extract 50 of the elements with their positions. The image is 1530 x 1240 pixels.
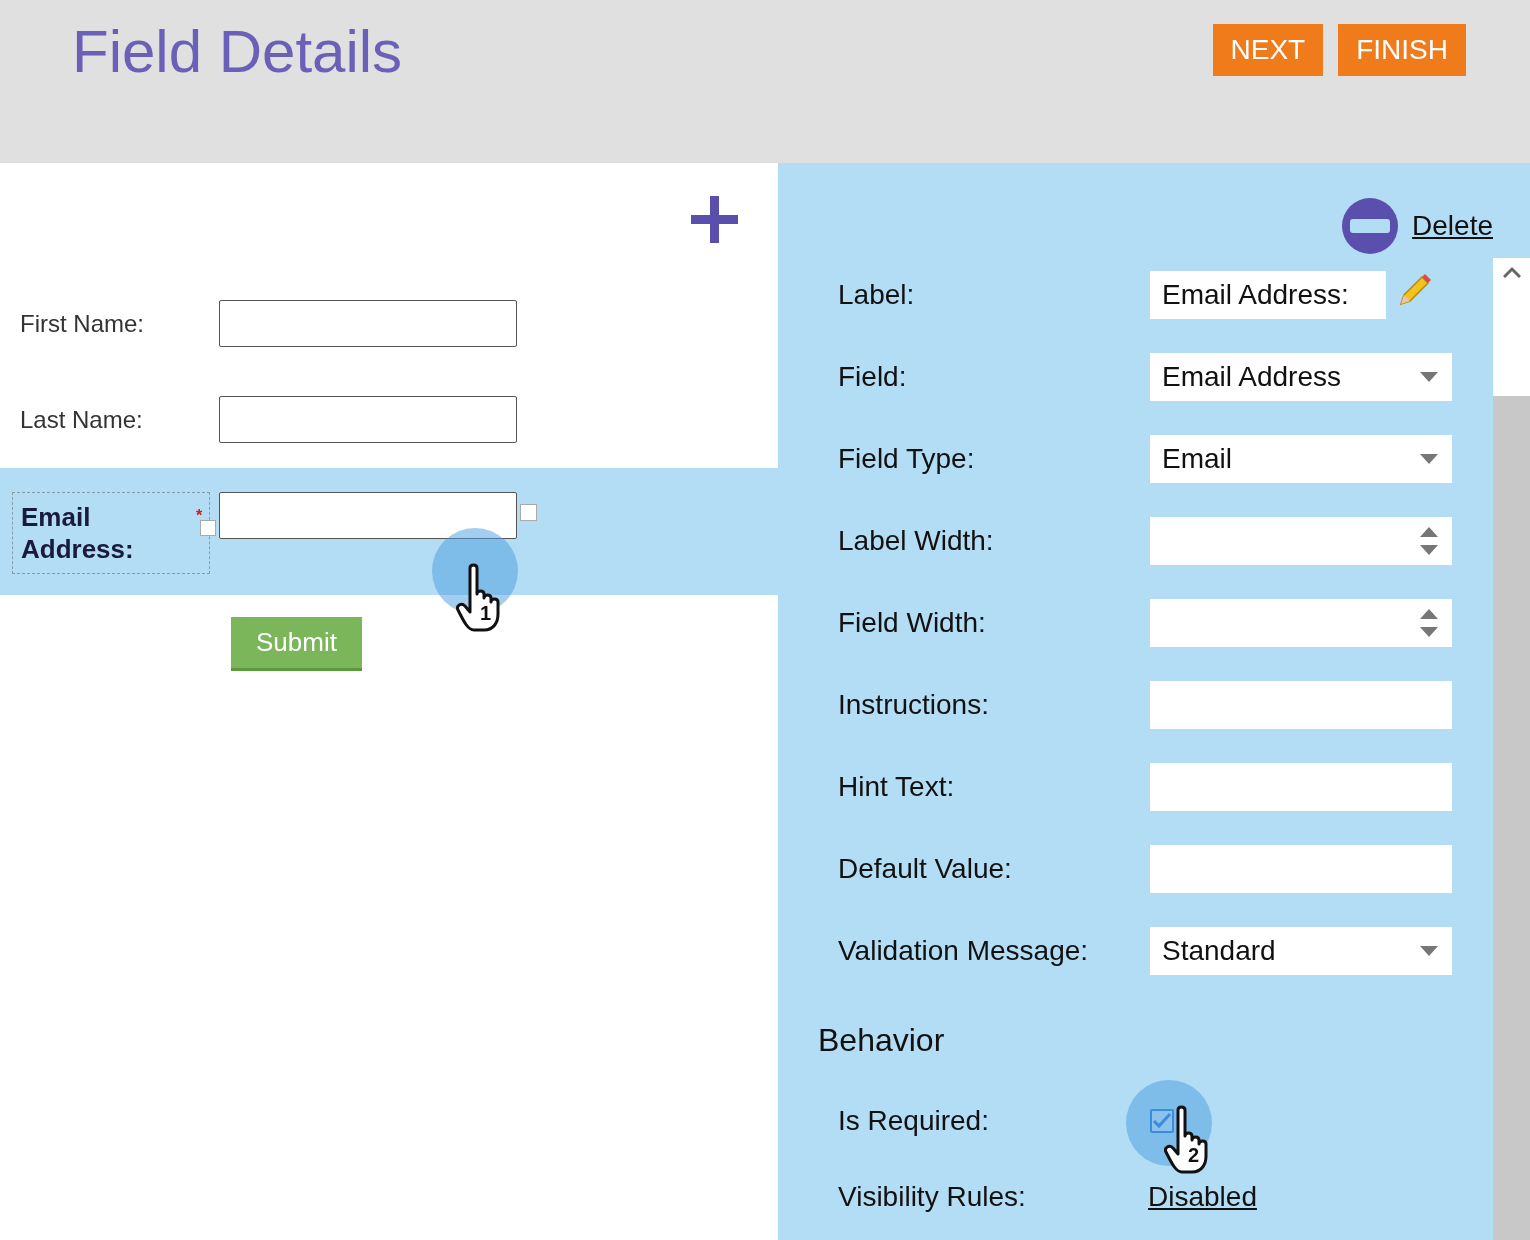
spinner-arrows-icon[interactable] — [1420, 609, 1438, 637]
section-heading: Behavior — [818, 1021, 945, 1060]
checkmark-icon — [1152, 1112, 1172, 1130]
resize-handle[interactable] — [520, 504, 537, 521]
dropdown-caret-icon — [1420, 946, 1438, 956]
text-input[interactable] — [1150, 763, 1452, 811]
property-label: Default Value: — [838, 852, 1013, 886]
text-input[interactable] — [219, 300, 517, 347]
property-label: Label: — [838, 278, 916, 312]
property-label: Field: — [838, 360, 908, 394]
field-label: Last Name: — [19, 405, 144, 435]
property-label: Field Width: — [838, 606, 987, 640]
resize-handle[interactable] — [200, 520, 216, 536]
checkbox[interactable] — [1150, 1109, 1174, 1133]
spinner-arrows-icon[interactable] — [1420, 527, 1438, 555]
dropdown-value: Email Address — [1162, 360, 1341, 394]
add-icon[interactable] — [691, 196, 738, 243]
text-input[interactable] — [219, 396, 517, 443]
dropdown-caret-icon — [1420, 372, 1438, 382]
scroll-up-icon[interactable] — [1502, 266, 1521, 278]
pencil-icon[interactable] — [1398, 273, 1432, 307]
property-label: Is Required: — [838, 1104, 990, 1138]
step-number: 2 — [1188, 1143, 1200, 1168]
required-asterisk: * — [196, 506, 203, 526]
dropdown[interactable]: Standard — [1150, 927, 1452, 975]
property-label: Hint Text: — [838, 770, 956, 804]
text-input[interactable] — [1150, 845, 1452, 893]
dropdown-value: Standard — [1162, 934, 1276, 968]
scrollbar[interactable] — [1493, 258, 1530, 1240]
text-input[interactable] — [219, 492, 517, 539]
number-input[interactable] — [1150, 517, 1452, 565]
dropdown-value: Email — [1162, 442, 1232, 476]
property-label: Label Width: — [838, 524, 995, 558]
property-label: Instructions: — [838, 688, 990, 722]
delete-link[interactable]: Delete — [1412, 205, 1493, 247]
property-label: Validation Message: — [838, 934, 1090, 968]
dropdown[interactable]: Email — [1150, 435, 1452, 483]
remove-icon[interactable] — [1342, 198, 1399, 254]
text-input[interactable] — [1150, 681, 1452, 729]
visibility-rules-link[interactable]: Disabled — [1148, 1176, 1257, 1218]
page-title: Field Details — [72, 24, 403, 80]
scrollbar-thumb[interactable] — [1493, 258, 1530, 396]
property-label: Field Type: — [838, 442, 976, 476]
label-input[interactable]: Email Address: — [1150, 271, 1386, 319]
step-number: 1 — [480, 601, 492, 626]
dropdown-caret-icon — [1420, 454, 1438, 464]
number-input[interactable] — [1150, 599, 1452, 647]
dropdown[interactable]: Email Address — [1150, 353, 1452, 401]
field-label: First Name: — [19, 309, 145, 339]
property-label: Visibility Rules: — [838, 1180, 1027, 1214]
